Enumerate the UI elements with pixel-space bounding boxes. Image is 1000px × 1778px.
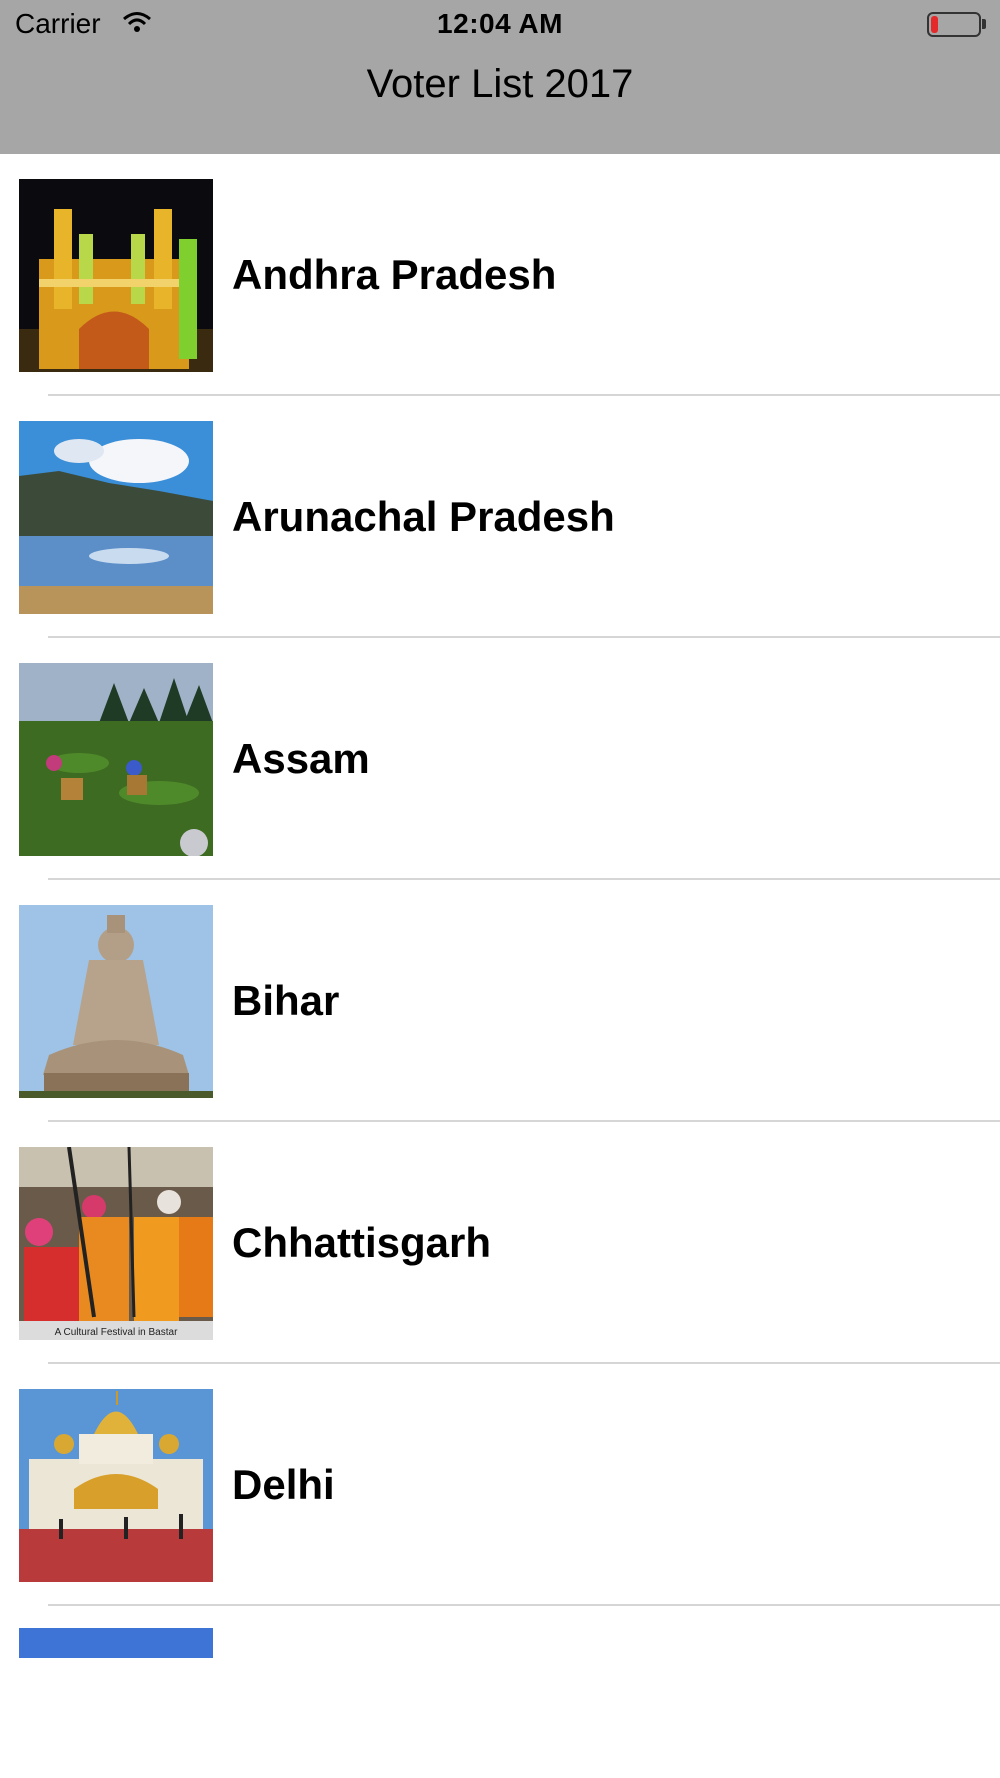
row-separator — [48, 1604, 1000, 1606]
list-item[interactable]: Arunachal Pradesh — [0, 396, 1000, 638]
list-item[interactable]: Bihar — [0, 880, 1000, 1122]
state-thumbnail — [19, 905, 213, 1098]
list-item[interactable]: Andhra Pradesh — [0, 154, 1000, 396]
state-name: Bihar — [232, 977, 340, 1024]
thumbnail-caption: A Cultural Festival in Bastar — [55, 1327, 178, 1338]
state-thumbnail — [19, 421, 213, 614]
state-name: Arunachal Pradesh — [232, 493, 615, 540]
state-thumbnail — [19, 663, 213, 856]
state-name: Chhattisgarh — [232, 1219, 492, 1266]
state-thumbnail-partial — [19, 1628, 213, 1658]
state-name: Delhi — [232, 1461, 335, 1508]
list-item[interactable]: A Cultural Festival in Bastar Chhattisga… — [0, 1122, 1000, 1364]
page-title: Voter List 2017 — [366, 62, 634, 106]
state-thumbnail — [19, 179, 213, 372]
state-thumbnail — [19, 1389, 213, 1582]
state-thumbnail: A Cultural Festival in Bastar — [19, 1147, 213, 1340]
battery-nub — [982, 19, 986, 29]
navigation-bar: Carrier 12:04 AM Voter List 2017 — [0, 0, 1000, 154]
list-item[interactable]: Assam — [0, 638, 1000, 880]
battery-icon — [927, 12, 981, 37]
list-item[interactable]: Delhi — [0, 1364, 1000, 1606]
battery-level — [931, 16, 938, 33]
state-name: Andhra Pradesh — [232, 251, 557, 298]
status-bar: Carrier 12:04 AM — [0, 0, 1000, 50]
status-time: 12:04 AM — [437, 8, 563, 39]
state-name: Assam — [232, 735, 370, 782]
